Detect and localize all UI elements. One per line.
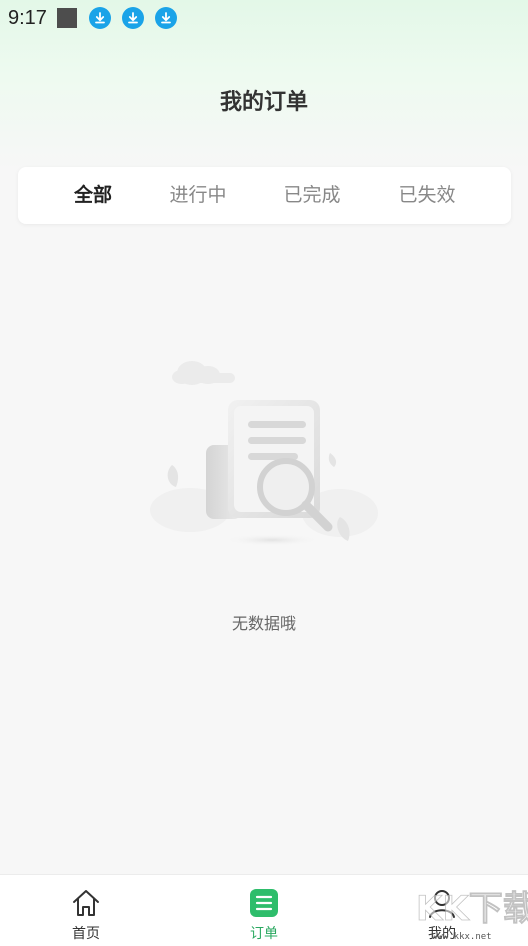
tab-completed[interactable]: 已完成 (283, 167, 340, 224)
empty-state-message: 无数据哦 (231, 614, 296, 633)
status-time: 9:17 (8, 6, 47, 29)
tab-expired[interactable]: 已失效 (398, 167, 455, 224)
notification-square-icon (56, 8, 77, 28)
watermark-url: www.kkx.net (432, 932, 492, 942)
nav-home-label: 首页 (72, 926, 100, 942)
svg-text:KK下载: KK下载 (416, 889, 528, 929)
empty-state-illustration (150, 345, 380, 559)
tab-in-progress[interactable]: 进行中 (169, 167, 226, 224)
order-list-icon (248, 887, 280, 919)
download-icon (154, 7, 177, 29)
nav-orders-label: 订单 (250, 926, 278, 942)
order-tabs: 全部 进行中 已完成 已失效 (18, 167, 511, 224)
nav-orders[interactable]: 订单 (214, 875, 314, 946)
status-bar: 9:17 (0, 0, 528, 36)
nav-home[interactable]: 首页 (36, 875, 136, 946)
home-icon (70, 887, 102, 919)
tab-all[interactable]: 全部 (74, 167, 112, 224)
page-title: 我的订单 (219, 90, 308, 115)
download-icon (121, 7, 144, 29)
download-icon (88, 7, 111, 29)
